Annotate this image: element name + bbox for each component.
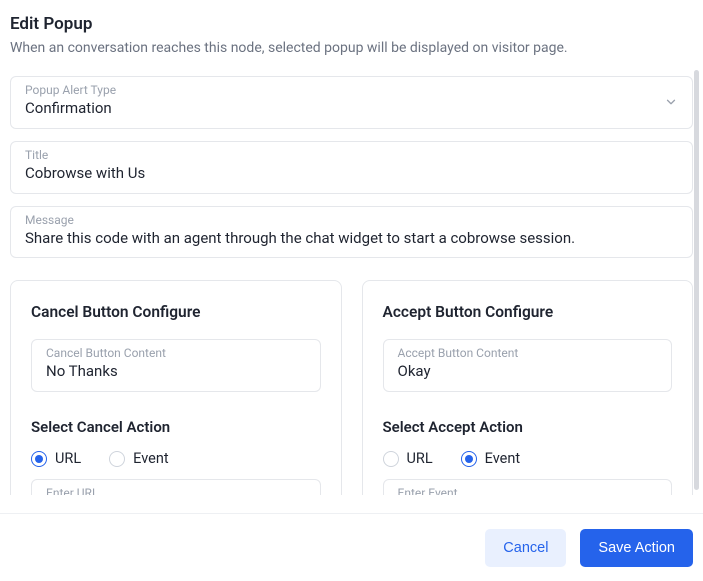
accept-content-label: Accept Button Content (398, 346, 519, 360)
accept-content-value: Okay (398, 362, 658, 381)
message-label: Message (25, 213, 74, 227)
accept-button-card: Accept Button Configure Accept Button Co… (362, 280, 694, 495)
cancel-button[interactable]: Cancel (485, 529, 566, 567)
cancel-card-title: Cancel Button Configure (31, 303, 321, 321)
title-label: Title (25, 148, 48, 162)
cancel-url-field[interactable]: Enter URL https://yoursite.com (31, 479, 321, 495)
title-field[interactable]: Title Cobrowse with Us (10, 141, 693, 194)
radio-icon (461, 451, 477, 467)
cancel-action-event-radio[interactable]: Event (109, 450, 168, 467)
cancel-action-url-radio[interactable]: URL (31, 450, 81, 467)
accept-action-url-label: URL (407, 450, 433, 467)
message-field[interactable]: Message Share this code with an agent th… (10, 206, 693, 259)
radio-icon (31, 451, 47, 467)
accept-event-field[interactable]: Enter Event startCall::cobrowse (383, 479, 673, 495)
cancel-action-heading: Select Cancel Action (31, 418, 321, 436)
popup-type-select[interactable]: Popup Alert Type Confirmation (10, 76, 693, 129)
accept-content-field[interactable]: Accept Button Content Okay (383, 339, 673, 392)
accept-action-url-radio[interactable]: URL (383, 450, 433, 467)
popup-type-label: Popup Alert Type (25, 83, 116, 97)
page-description: When an conversation reaches this node, … (10, 40, 693, 56)
accept-action-heading: Select Accept Action (383, 418, 673, 436)
cancel-url-label: Enter URL (46, 486, 98, 495)
accept-card-title: Accept Button Configure (383, 303, 673, 321)
page-title: Edit Popup (10, 14, 693, 34)
footer: Cancel Save Action (0, 513, 703, 581)
save-action-button[interactable]: Save Action (580, 529, 693, 567)
cancel-button-card: Cancel Button Configure Cancel Button Co… (10, 280, 342, 495)
accept-action-event-label: Event (485, 450, 520, 467)
message-value: Share this code with an agent through th… (25, 229, 678, 248)
accept-action-event-radio[interactable]: Event (461, 450, 520, 467)
cancel-content-value: No Thanks (46, 362, 306, 381)
cancel-action-url-label: URL (55, 450, 81, 467)
popup-type-value: Confirmation (25, 99, 678, 118)
cancel-content-label: Cancel Button Content (46, 346, 166, 360)
accept-event-label: Enter Event (398, 486, 458, 495)
radio-icon (109, 451, 125, 467)
title-value: Cobrowse with Us (25, 164, 678, 183)
cancel-action-event-label: Event (133, 450, 168, 467)
scrollbar[interactable] (694, 70, 699, 490)
chevron-down-icon (664, 95, 678, 109)
cancel-content-field[interactable]: Cancel Button Content No Thanks (31, 339, 321, 392)
radio-icon (383, 451, 399, 467)
